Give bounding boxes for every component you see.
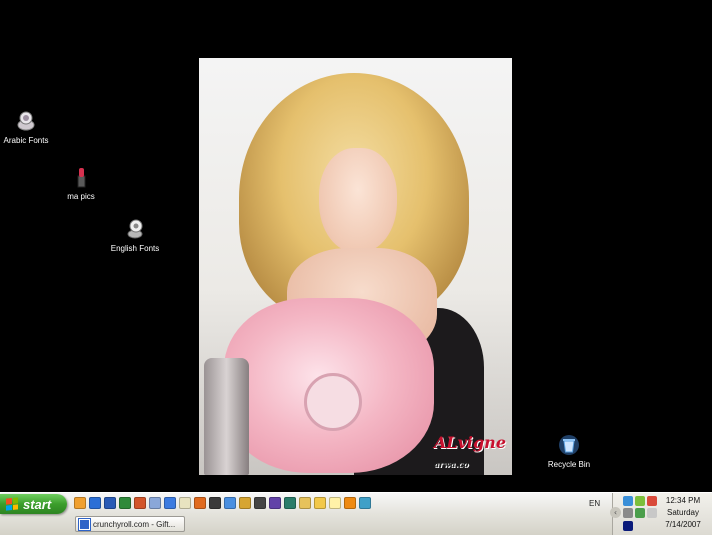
task-label: crunchyroll.com - Gift... bbox=[93, 519, 176, 529]
display-icon[interactable] bbox=[623, 521, 633, 531]
security-icon[interactable] bbox=[647, 496, 657, 506]
media-player-icon[interactable] bbox=[269, 497, 281, 509]
media-icon[interactable] bbox=[149, 497, 161, 509]
steam-icon[interactable] bbox=[254, 497, 266, 509]
notes-icon[interactable] bbox=[329, 497, 341, 509]
vlc-icon[interactable] bbox=[344, 497, 356, 509]
taskbar-window-button[interactable]: crunchyroll.com - Gift... bbox=[75, 516, 185, 532]
desktop-icon-label: Arabic Fonts bbox=[3, 136, 49, 145]
mail-icon[interactable] bbox=[299, 497, 311, 509]
desktop-icon-ma-pics[interactable]: ma pics bbox=[41, 166, 121, 202]
ie-icon[interactable] bbox=[89, 497, 101, 509]
system-tray: ‹ 12:34 PM Saturday 7/14/2007 bbox=[610, 493, 712, 535]
desktop-icon-recycle-bin[interactable]: Recycle Bin bbox=[529, 434, 609, 470]
messenger-icon[interactable] bbox=[224, 497, 236, 509]
desktop-icon-english-fonts[interactable]: English Fonts bbox=[95, 218, 175, 254]
windows-flag-icon bbox=[6, 497, 18, 511]
start-label: start bbox=[23, 496, 52, 512]
firefox-icon[interactable] bbox=[194, 497, 206, 509]
font-folder-icon bbox=[17, 111, 35, 131]
desktop-icon-label: ma pics bbox=[67, 192, 95, 201]
signature-main: ALvigne bbox=[433, 433, 506, 452]
network-icon[interactable] bbox=[623, 496, 633, 506]
sound-icon[interactable] bbox=[623, 508, 633, 518]
safely-remove-icon[interactable] bbox=[647, 508, 657, 518]
clock[interactable]: 12:34 PM Saturday 7/14/2007 bbox=[657, 495, 709, 531]
folder-icon[interactable] bbox=[314, 497, 326, 509]
clock-time: 12:34 PM bbox=[665, 496, 701, 505]
messenger-tray-icon[interactable] bbox=[635, 508, 645, 518]
show-hidden-icons-button[interactable]: ‹ bbox=[610, 507, 621, 518]
desktop-icon-label: Recycle Bin bbox=[547, 460, 591, 469]
language-indicator[interactable]: EN bbox=[589, 499, 600, 508]
browser-window-icon bbox=[79, 518, 90, 530]
globe-icon[interactable] bbox=[284, 497, 296, 509]
desktop-icon-label: English Fonts bbox=[110, 244, 160, 253]
update-icon[interactable] bbox=[635, 496, 645, 506]
winamp-icon[interactable] bbox=[209, 497, 221, 509]
network-icon[interactable] bbox=[359, 497, 371, 509]
lipstick-folder-icon bbox=[77, 168, 86, 188]
font-folder-icon bbox=[127, 219, 143, 239]
wallpaper-signature: ALvigne arwa.co bbox=[434, 433, 506, 471]
start-button[interactable]: start bbox=[0, 494, 67, 514]
photo-face bbox=[319, 148, 397, 253]
taskbar: start crunchyroll.com - Gift... EN ‹ 12:… bbox=[0, 492, 712, 535]
clock-day: Saturday bbox=[666, 508, 700, 517]
wallpaper-photo: ALvigne arwa.co bbox=[199, 58, 512, 475]
signature-sub: arwa.co bbox=[433, 459, 469, 469]
powerpoint-icon[interactable] bbox=[134, 497, 146, 509]
quick-launch-bar bbox=[74, 497, 371, 509]
desktop: Arabic Fonts ma pics English Fonts ALvig… bbox=[0, 0, 712, 492]
photo-phone-dial bbox=[304, 373, 362, 431]
gear-icon[interactable] bbox=[239, 497, 251, 509]
photo-bottle bbox=[204, 358, 249, 475]
paint-icon[interactable] bbox=[179, 497, 191, 509]
browser-icon[interactable] bbox=[74, 497, 86, 509]
word-icon[interactable] bbox=[104, 497, 116, 509]
ie-icon[interactable] bbox=[164, 497, 176, 509]
desktop-icon-arabic-fonts[interactable]: Arabic Fonts bbox=[0, 110, 66, 146]
clock-date: 7/14/2007 bbox=[665, 520, 701, 529]
recycle-bin-icon bbox=[559, 435, 579, 455]
excel-icon[interactable] bbox=[119, 497, 131, 509]
